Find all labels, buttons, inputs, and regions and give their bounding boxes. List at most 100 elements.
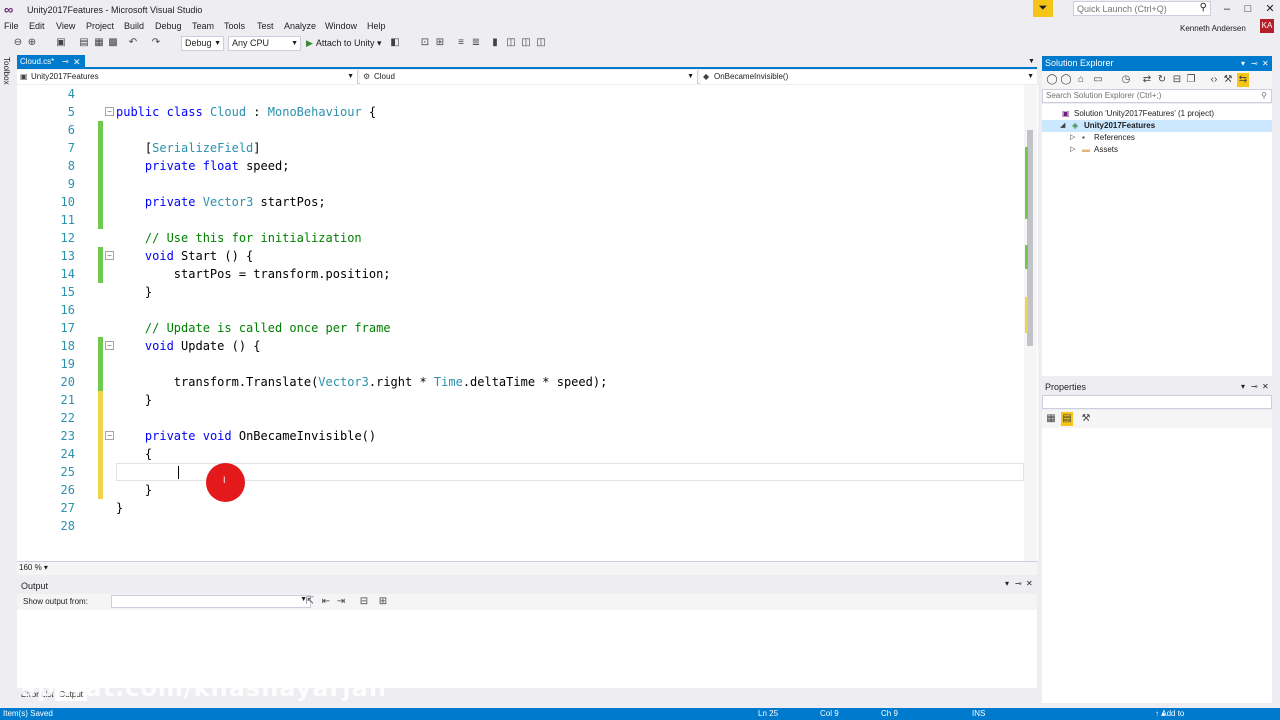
bookmark-icon[interactable]: ▮	[489, 36, 501, 50]
tree-item[interactable]: ▣ Solution 'Unity2017Features' (1 project…	[1042, 108, 1272, 120]
close-icon[interactable]: ✕	[1262, 56, 1269, 71]
word-wrap-icon[interactable]: ⊞	[377, 595, 389, 609]
dropdown-icon[interactable]: ▾	[1241, 380, 1245, 394]
find-message-icon[interactable]: ⇱	[304, 595, 316, 609]
quick-launch-input[interactable]	[1074, 2, 1192, 15]
minimize-button[interactable]: –	[1216, 1, 1238, 17]
next-message-icon[interactable]: ⇥	[335, 595, 347, 609]
code-line[interactable]: 16	[17, 301, 1024, 319]
sync-icon[interactable]: ⇄	[1141, 73, 1153, 87]
indent-icon[interactable]: ≡	[455, 36, 467, 50]
close-icon[interactable]: ✕	[1262, 380, 1269, 394]
code-line[interactable]: 10 private Vector3 startPos;	[17, 193, 1024, 211]
code-line[interactable]: 7 [SerializeField]	[17, 139, 1024, 157]
account-name[interactable]: Kenneth Andersen	[1180, 24, 1246, 33]
save-all-icon[interactable]: ▩	[107, 36, 119, 50]
menu-help[interactable]: Help	[367, 21, 386, 31]
code-line[interactable]: 8 private float speed;	[17, 157, 1024, 175]
pin-icon[interactable]: ⊸	[62, 55, 69, 69]
expand-arrow-icon[interactable]: ▷	[1070, 132, 1075, 144]
toolbox-tab[interactable]: Toolbox	[2, 57, 11, 85]
code-line[interactable]: 17 // Update is called once per frame	[17, 319, 1024, 337]
back-icon[interactable]: ⊖	[12, 36, 24, 50]
outdent-icon[interactable]: ≣	[470, 36, 482, 50]
editor-vertical-scrollbar[interactable]	[1024, 85, 1037, 561]
prev-message-icon[interactable]: ⇤	[320, 595, 332, 609]
configuration-select[interactable]: Debug ▼	[181, 36, 224, 51]
dropdown-icon[interactable]: ▾	[1005, 579, 1009, 588]
expand-arrow-icon[interactable]: ◢	[1060, 120, 1065, 132]
show-all-files-icon[interactable]: ❐	[1185, 73, 1197, 87]
new-project-icon[interactable]: ▣	[55, 36, 67, 50]
code-line[interactable]: 14 startPos = transform.position;	[17, 265, 1024, 283]
undo-icon[interactable]: ↶	[127, 36, 139, 50]
clear-all-icon[interactable]: ⊟	[358, 595, 370, 609]
collapse-outline-icon[interactable]: −	[105, 341, 114, 350]
platform-select[interactable]: Any CPU ▼	[228, 36, 301, 51]
forward-icon[interactable]: ◯	[1060, 73, 1072, 87]
member-nav-select[interactable]: ◆ OnBecameInvisible() ▼	[700, 70, 1037, 84]
zoom-select[interactable]: 160 % ▾	[19, 563, 48, 572]
code-line[interactable]: 26 }	[17, 481, 1024, 499]
code-line[interactable]: 20 transform.Translate(Vector3.right * T…	[17, 373, 1024, 391]
pin-icon[interactable]: ⊸	[1015, 579, 1022, 588]
code-line[interactable]: 15 }	[17, 283, 1024, 301]
code-line[interactable]: 28	[17, 517, 1024, 535]
categorized-icon[interactable]: ▦	[1045, 412, 1057, 426]
pending-changes-icon[interactable]: ◷	[1120, 73, 1132, 87]
code-line[interactable]: 11	[17, 211, 1024, 229]
dropdown-icon[interactable]: ▾	[1241, 56, 1245, 71]
quick-launch-box[interactable]: ⚲	[1073, 1, 1211, 16]
attach-to-unity-button[interactable]: ▶ Attach to Unity ▾	[306, 36, 381, 51]
property-pages-icon[interactable]: ⚒	[1080, 412, 1092, 426]
code-line[interactable]: 6	[17, 121, 1024, 139]
close-icon[interactable]: ✕	[1026, 579, 1033, 588]
tree-item[interactable]: ▷ ▪ References	[1042, 132, 1272, 144]
collapse-outline-icon[interactable]: −	[105, 251, 114, 260]
menu-window[interactable]: Window	[325, 21, 357, 31]
prev-bookmark-icon[interactable]: ◫	[505, 36, 517, 50]
open-file-icon[interactable]: ▤	[78, 36, 90, 50]
code-line[interactable]: 22	[17, 409, 1024, 427]
menu-test[interactable]: Test	[257, 21, 274, 31]
code-editor[interactable]: 4 5− public class Cloud : MonoBehaviour {6…	[17, 85, 1038, 561]
close-icon[interactable]: ✕	[73, 55, 81, 69]
code-line[interactable]: 27}	[17, 499, 1024, 517]
menu-debug[interactable]: Debug	[155, 21, 182, 31]
tree-item[interactable]: ◢ ◈ Unity2017Features	[1042, 120, 1272, 132]
solution-search-input[interactable]: Search Solution Explorer (Ctrl+;) ⚲	[1042, 89, 1272, 103]
step-over-icon[interactable]: ⊞	[434, 36, 446, 50]
home-icon[interactable]: ⌂	[1075, 73, 1087, 87]
preview-selected-icon[interactable]: ⇆	[1237, 73, 1249, 87]
step-into-icon[interactable]: ⊡	[419, 36, 431, 50]
menu-edit[interactable]: Edit	[29, 21, 45, 31]
avatar[interactable]: KA	[1260, 19, 1274, 33]
menu-file[interactable]: File	[4, 21, 19, 31]
save-icon[interactable]: ▦	[93, 36, 105, 50]
properties-object-select[interactable]	[1042, 395, 1272, 409]
clear-bookmarks-icon[interactable]: ◫	[535, 36, 547, 50]
code-line[interactable]: 19	[17, 355, 1024, 373]
collapse-outline-icon[interactable]: −	[105, 107, 114, 116]
menu-team[interactable]: Team	[192, 21, 214, 31]
tree-item[interactable]: ▷ ▬ Assets	[1042, 144, 1272, 156]
redo-icon[interactable]: ↷	[150, 36, 162, 50]
browser-icon[interactable]: ◧	[389, 36, 401, 50]
output-source-select[interactable]: ▼	[111, 595, 311, 608]
next-bookmark-icon[interactable]: ◫	[520, 36, 532, 50]
code-line[interactable]: 4	[17, 85, 1024, 103]
pin-icon[interactable]: ⊸	[1251, 56, 1258, 71]
forward-icon[interactable]: ⊕	[26, 36, 38, 50]
menu-build[interactable]: Build	[124, 21, 144, 31]
close-window-button[interactable]: ✕	[1259, 1, 1280, 17]
chevron-down-icon[interactable]: ▼	[1028, 58, 1035, 65]
code-line[interactable]: 9	[17, 175, 1024, 193]
code-line[interactable]: 25	[17, 463, 1024, 481]
refresh-icon[interactable]: ↻	[1156, 73, 1168, 87]
collapse-outline-icon[interactable]: −	[105, 431, 114, 440]
code-line[interactable]: 18 − void Update () {	[17, 337, 1024, 355]
menu-view[interactable]: View	[56, 21, 75, 31]
collapse-all-icon[interactable]: ⊟	[1171, 73, 1183, 87]
notifications-filter-icon[interactable]: ⏷	[1033, 0, 1053, 17]
code-line[interactable]: 21 }	[17, 391, 1024, 409]
